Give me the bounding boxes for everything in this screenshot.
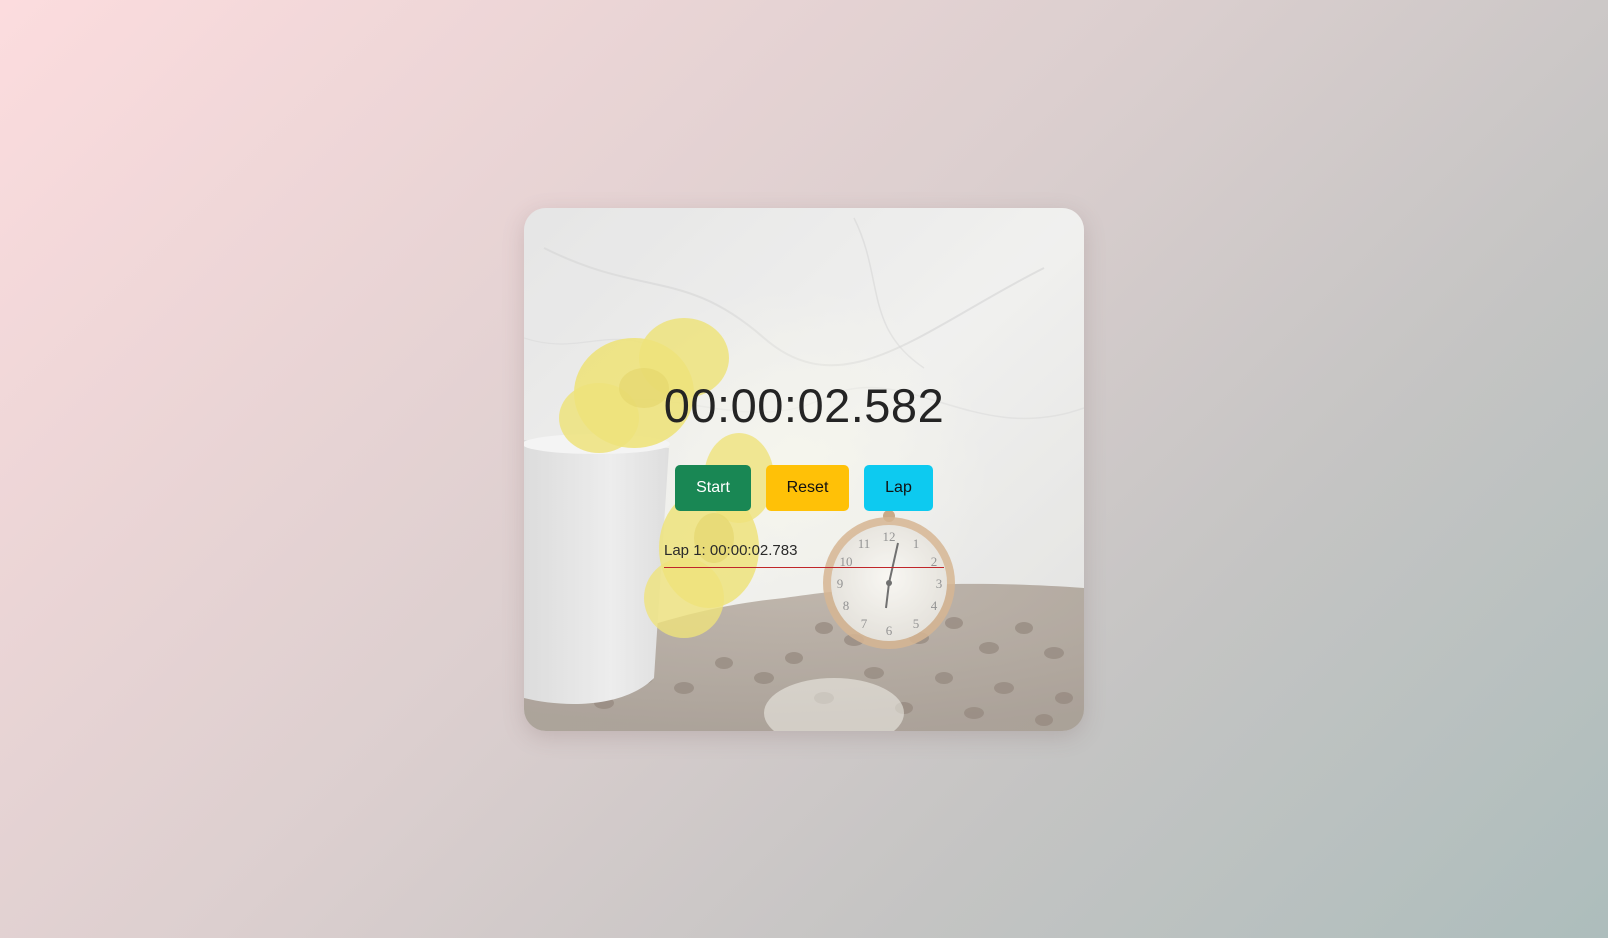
start-button[interactable]: Start	[675, 465, 751, 511]
lap-item: Lap 1: 00:00:02.783	[664, 542, 944, 568]
lap-list: Lap 1: 00:00:02.783	[664, 542, 944, 568]
stopwatch-display: 00:00:02.582	[663, 379, 945, 432]
stopwatch-controls: Start Reset Lap	[524, 465, 1084, 511]
stopwatch-card: 12 1 2 3 4 5 6 7 8 9 10 11 00:00:02.582 …	[524, 208, 1084, 731]
reset-button[interactable]: Reset	[766, 465, 849, 511]
lap-button[interactable]: Lap	[864, 465, 933, 511]
stopwatch-content: 00:00:02.582 Start Reset Lap Lap 1: 00:0…	[524, 208, 1084, 731]
